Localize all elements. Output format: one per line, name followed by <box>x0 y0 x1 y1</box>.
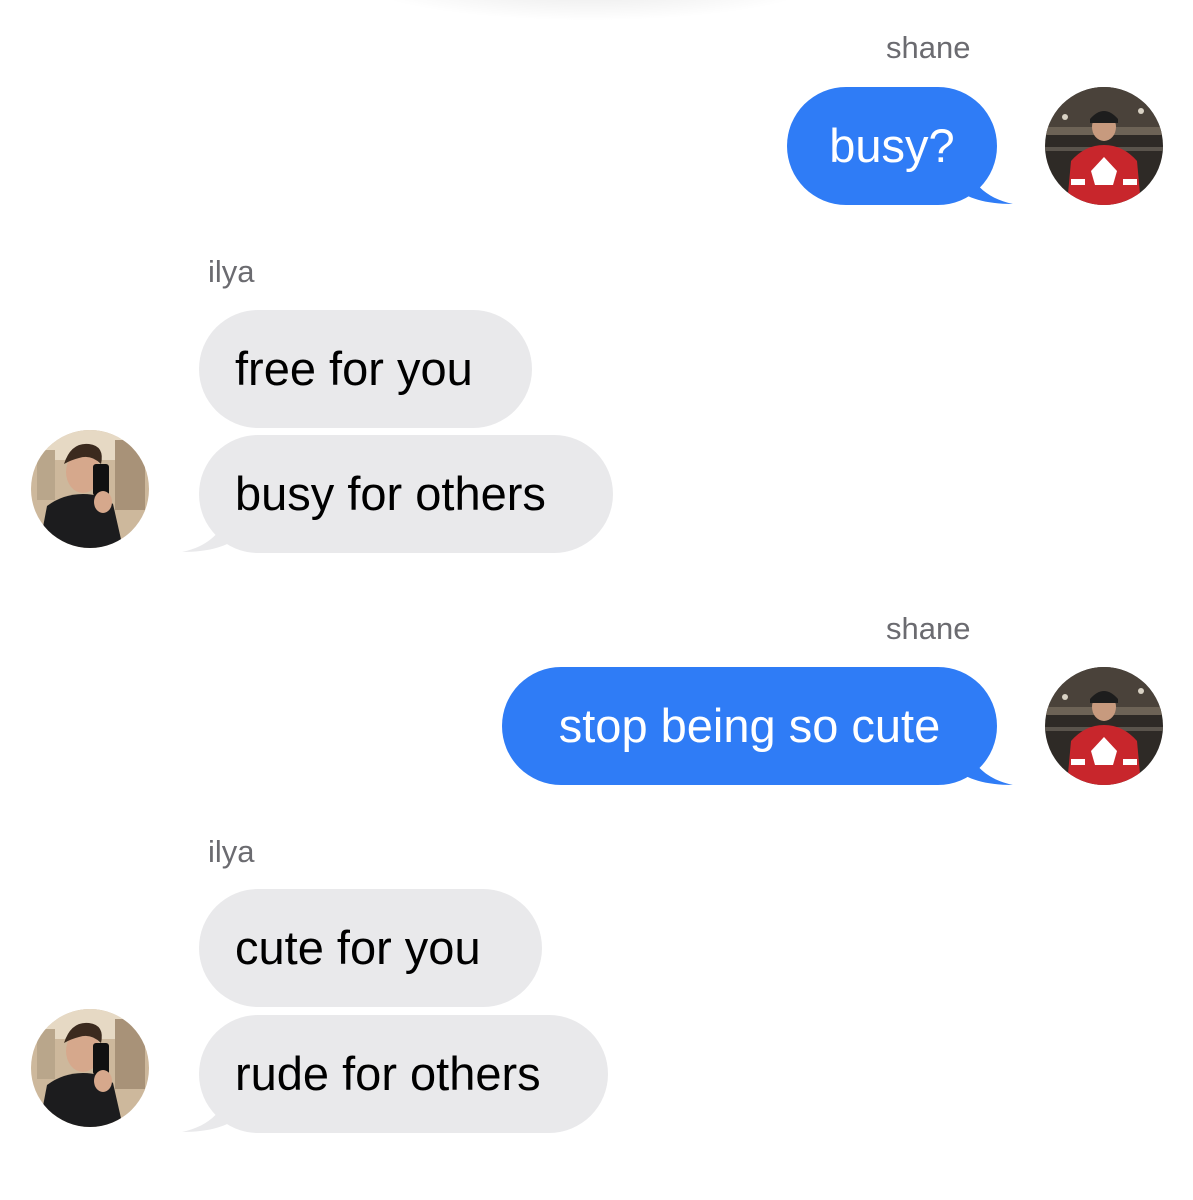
ilya-avatar[interactable] <box>31 430 149 548</box>
message-bubble-incoming[interactable]: rude for others <box>199 1015 608 1133</box>
avatar-hockey-jersey-icon <box>1045 87 1163 205</box>
avatar-hockey-jersey-icon <box>1045 667 1163 785</box>
sender-name-ilya: ilya <box>208 834 255 869</box>
message-bubble-outgoing[interactable]: busy? <box>787 87 997 205</box>
avatar-mirror-selfie-icon <box>31 1009 149 1127</box>
ilya-avatar[interactable] <box>31 1009 149 1127</box>
sender-name-ilya: ilya <box>208 254 255 289</box>
sender-name-shane: shane <box>886 611 971 646</box>
top-shadow <box>360 0 820 20</box>
message-bubble-incoming[interactable]: busy for others <box>199 435 613 553</box>
message-bubble-outgoing[interactable]: stop being so cute <box>502 667 997 785</box>
avatar-mirror-selfie-icon <box>31 430 149 548</box>
message-bubble-incoming[interactable]: cute for you <box>199 889 542 1007</box>
shane-avatar[interactable] <box>1045 87 1163 205</box>
message-bubble-incoming[interactable]: free for you <box>199 310 532 428</box>
sender-name-shane: shane <box>886 30 971 65</box>
shane-avatar[interactable] <box>1045 667 1163 785</box>
